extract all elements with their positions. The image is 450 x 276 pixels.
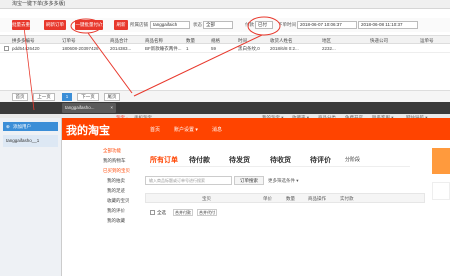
- refresh-orders-button[interactable]: 刷新订单: [44, 20, 66, 30]
- nav-messages[interactable]: 消息: [212, 126, 222, 133]
- browser-tab-label: tanggaifasho...: [65, 105, 95, 110]
- tab-staged[interactable]: 分阶段: [345, 156, 360, 163]
- last-page-button[interactable]: 尾页: [104, 93, 120, 101]
- cell-order-no: 180608-20397426: [62, 46, 99, 51]
- time-to-input[interactable]: 2018-06-08 11:10:37: [358, 21, 418, 29]
- side-item-reviews[interactable]: 我的评价: [107, 208, 125, 214]
- side-item-cart[interactable]: 我的购物车: [103, 158, 126, 164]
- batch-pay-button[interactable]: 一键批量付款: [75, 20, 103, 30]
- row-checkbox[interactable]: [4, 46, 9, 51]
- cell-region: 2232...: [322, 46, 336, 51]
- select-all-checkbox[interactable]: [150, 210, 155, 215]
- list-col-action: 商品操作: [308, 196, 326, 201]
- select-all-label: 全选: [157, 210, 166, 215]
- tab-close-icon[interactable]: ×: [110, 105, 113, 111]
- order-search-button[interactable]: 订单搜索: [234, 176, 264, 185]
- cell-pdd-id: pdd54426420: [12, 46, 40, 51]
- nav-home[interactable]: 首页: [150, 126, 160, 133]
- tab-to-pay[interactable]: 待付款: [189, 155, 210, 165]
- merge-pay-button[interactable]: 合并付款: [173, 209, 193, 216]
- account-item-label: tanggaifasho__1: [6, 138, 40, 143]
- cell-name: BF新款睡衣两件...: [145, 46, 182, 51]
- pager: 首页 上一页 1 下一页 尾页: [0, 90, 450, 102]
- list-col-item: 宝贝: [202, 196, 211, 201]
- shop-label: 所属店铺: [130, 22, 148, 27]
- browser-tabbar: tanggaifasho... ×: [0, 102, 450, 114]
- orders-table: 拼多多编号 订单号 商品合计 商品名称 数量 规格 时间 收货人姓名 地区 快递…: [0, 35, 450, 53]
- cell-qty: 1: [186, 46, 189, 51]
- next-page-button[interactable]: 下一页: [77, 93, 99, 101]
- shop-select[interactable]: tanggaifaich: [150, 21, 190, 29]
- pay-select[interactable]: 已付: [255, 21, 273, 29]
- refresh-button[interactable]: 刷新: [114, 20, 128, 30]
- side-item-fav-items[interactable]: 收藏的宝贝: [107, 198, 130, 204]
- page-title: 我的淘宝: [66, 125, 110, 137]
- time-from-input[interactable]: 2018-06-07 10:06:37: [297, 21, 357, 29]
- tab-to-review[interactable]: 待评价: [310, 155, 331, 165]
- table-header: 拼多多编号 订单号 商品合计 商品名称 数量 规格 时间 收货人姓名 地区 快递…: [0, 35, 450, 44]
- cell-time: 黑白条纹,0: [238, 46, 260, 51]
- list-col-paid: 实付款: [340, 196, 354, 201]
- taobao-header: 我的淘宝 首页 账户设置 ▾ 消息: [62, 118, 450, 140]
- cell-spec: 59: [211, 46, 217, 51]
- account-panel: ⊕ 添加用户 tanggaifasho__1: [0, 118, 62, 276]
- add-user-label: 添加用户: [13, 124, 31, 129]
- side-promo-tile[interactable]: [432, 148, 450, 174]
- cell-total: 2014383...: [110, 46, 132, 51]
- first-page-button[interactable]: 首页: [12, 93, 28, 101]
- list-col-price: 单价: [263, 196, 272, 201]
- side-item-footprint[interactable]: 我的足迹: [107, 188, 125, 194]
- toolbar: 批量去重 刷新订单 一键批量付款 刷新 所属店铺 tanggaifaich 状态…: [0, 18, 450, 32]
- window-title: 淘宝一键下单(多多多版): [0, 0, 450, 9]
- pay-label: 付款: [245, 22, 254, 27]
- cell-receiver: 2018/6/8 0:2...: [270, 46, 299, 51]
- status-label: 状态: [193, 22, 202, 27]
- merge-proxy-pay-button[interactable]: 合并代付: [197, 209, 217, 216]
- tab-to-ship[interactable]: 待发货: [229, 155, 250, 165]
- browser-tab[interactable]: tanggaifasho... ×: [62, 103, 116, 113]
- add-user-button[interactable]: ⊕ 添加用户: [3, 122, 58, 131]
- more-filter-link[interactable]: 更多筛选条件 ▾: [268, 178, 299, 184]
- side-item-auction[interactable]: 我的拍卖: [107, 178, 125, 184]
- nav-account-settings[interactable]: 账户设置 ▾: [174, 126, 198, 133]
- side-title: 全部功能: [103, 148, 121, 153]
- side-promo-card: [432, 182, 450, 200]
- tabs-divider: [150, 166, 410, 167]
- account-item[interactable]: tanggaifasho__1: [3, 135, 58, 147]
- time-label: 下单时间: [278, 22, 296, 27]
- side-item-collect[interactable]: 我的收藏: [107, 218, 125, 224]
- page-number-button[interactable]: 1: [62, 93, 72, 101]
- tab-all-orders[interactable]: 所有订单: [150, 155, 178, 165]
- prev-page-button[interactable]: 上一页: [33, 93, 55, 101]
- order-search-input[interactable]: 输入商品标题或订单号进行搜索: [145, 176, 232, 185]
- order-list-header: 宝贝 单价 数量 商品操作 实付款: [145, 193, 425, 203]
- order-app-window: 淘宝一键下单(多多多版) 批量去重 刷新订单 一键批量付款 刷新 所属店铺 ta…: [0, 0, 450, 102]
- status-select[interactable]: 全部: [203, 21, 233, 29]
- side-item-bought[interactable]: 已买到的宝贝: [103, 168, 130, 174]
- dedupe-button[interactable]: 批量去重: [12, 20, 30, 30]
- table-row[interactable]: pdd54426420 180608-20397426 2014383... B…: [0, 44, 450, 53]
- plus-icon: ⊕: [6, 124, 10, 129]
- tab-to-receive[interactable]: 待收货: [270, 155, 291, 165]
- list-col-qty: 数量: [286, 196, 295, 201]
